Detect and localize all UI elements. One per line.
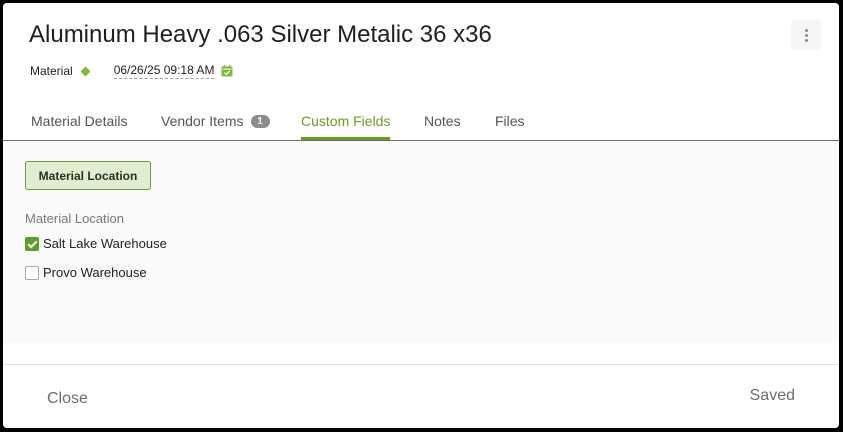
close-button[interactable]: Close <box>47 390 88 408</box>
field-label: Material Location <box>25 211 124 226</box>
tab-material-details[interactable]: Material Details <box>31 113 127 139</box>
tab-vendor-items[interactable]: Vendor Items 1 <box>161 113 270 139</box>
checkbox-label: Salt Lake Warehouse <box>43 236 167 251</box>
vendor-items-count-badge: 1 <box>250 115 270 128</box>
custom-fields-panel: Material Location Material Location Salt… <box>3 141 839 343</box>
checkbox-label: Provo Warehouse <box>43 265 147 280</box>
checkbox-row-salt-lake[interactable]: Salt Lake Warehouse <box>25 236 167 251</box>
material-location-section-button[interactable]: Material Location <box>25 161 151 190</box>
type-label: Material <box>30 64 73 78</box>
material-dialog: Aluminum Heavy .063 Silver Metalic 36 x3… <box>3 3 839 428</box>
meta-row: Material 06/26/25 09:18 AM <box>30 63 233 79</box>
checkbox-row-provo[interactable]: Provo Warehouse <box>25 265 147 280</box>
tab-bar: Material Details Vendor Items 1 Custom F… <box>3 113 839 141</box>
checkbox-salt-lake[interactable] <box>25 236 39 251</box>
page-title: Aluminum Heavy .063 Silver Metalic 36 x3… <box>29 21 492 48</box>
dialog-footer: Close Saved <box>3 365 839 428</box>
diamond-icon <box>80 66 91 76</box>
tab-notes[interactable]: Notes <box>424 113 461 139</box>
tab-files[interactable]: Files <box>495 113 525 139</box>
dialog-header: Aluminum Heavy .063 Silver Metalic 36 x3… <box>3 3 839 141</box>
save-status: Saved <box>749 387 795 404</box>
more-menu-button[interactable] <box>791 20 821 50</box>
date-field[interactable]: 06/26/25 09:18 AM <box>113 63 215 79</box>
checkbox-provo[interactable] <box>25 265 39 280</box>
tab-custom-fields[interactable]: Custom Fields <box>301 113 391 140</box>
more-vertical-icon <box>804 28 808 32</box>
calendar-check-icon[interactable] <box>221 65 233 77</box>
